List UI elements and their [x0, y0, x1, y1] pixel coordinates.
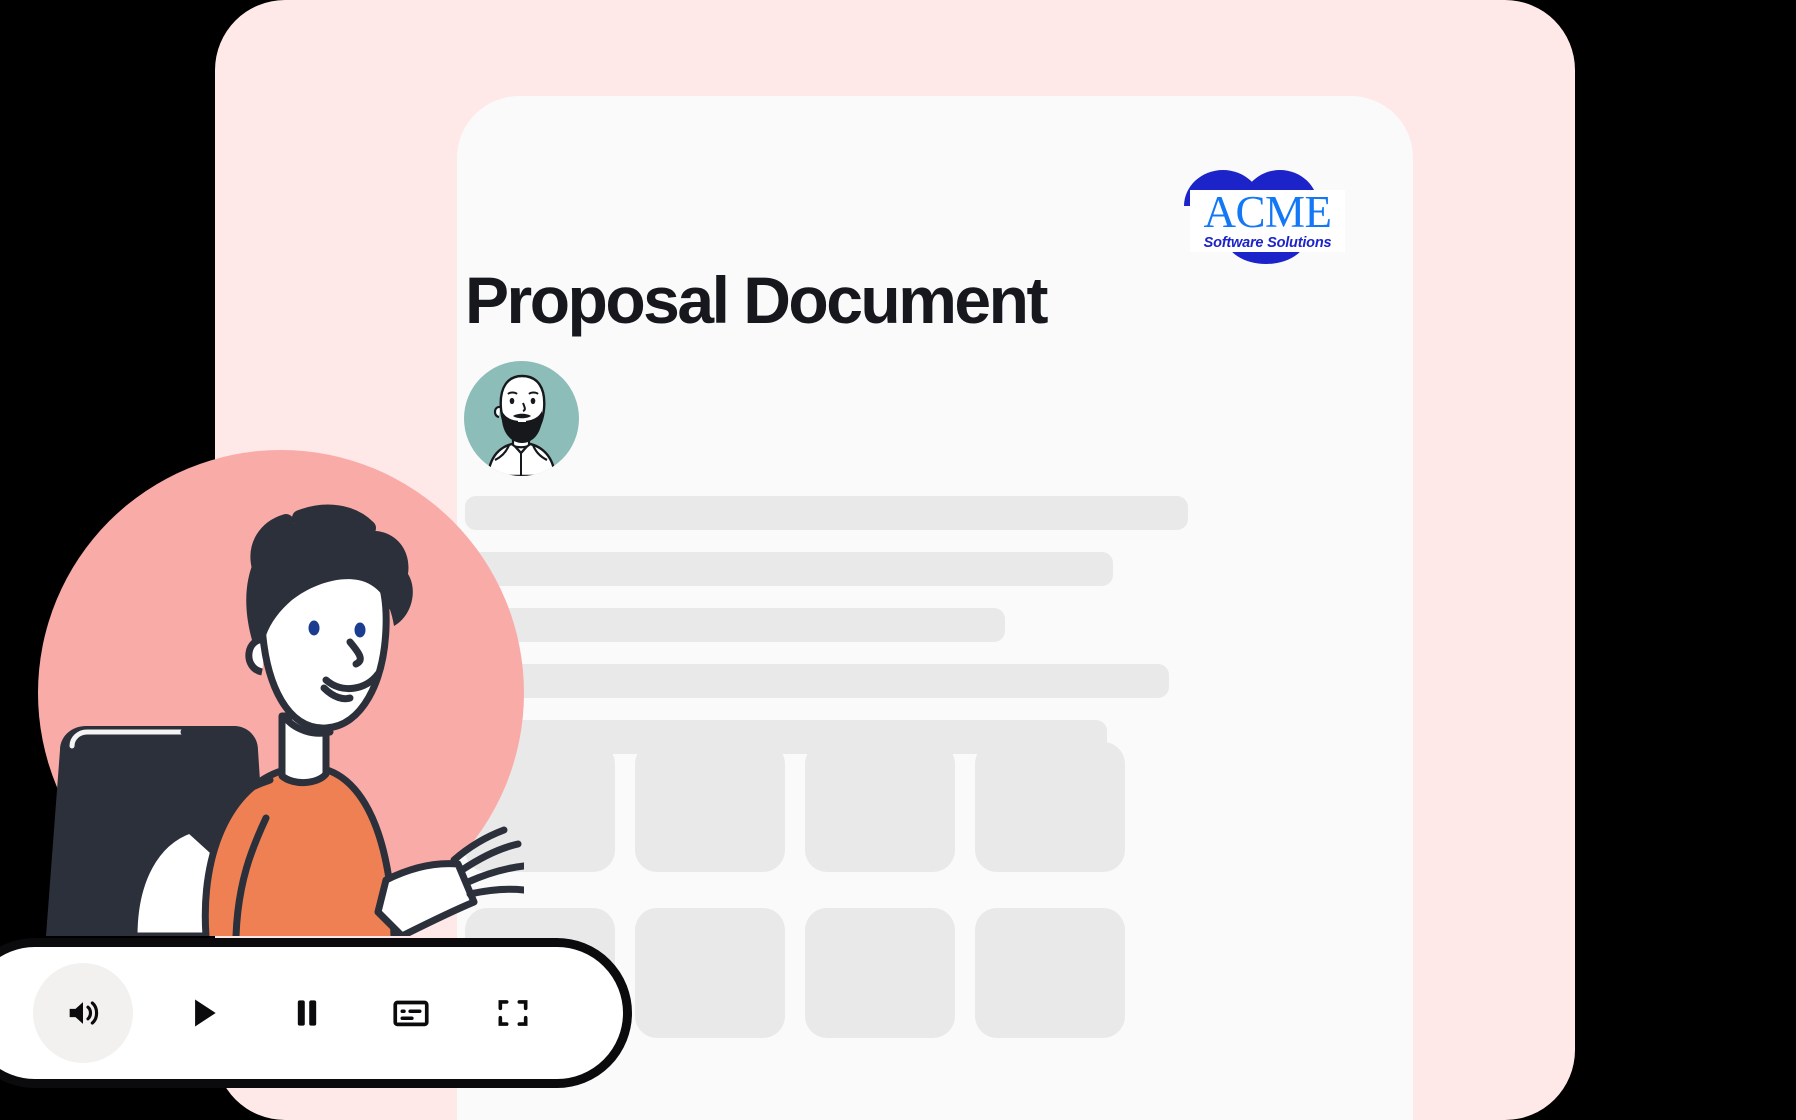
screenshot-root: ACME Software Solutions Proposal Documen… — [0, 0, 1796, 1120]
play-icon — [184, 994, 222, 1032]
acme-logo: ACME Software Solutions — [1184, 170, 1345, 264]
fullscreen-icon — [494, 994, 532, 1032]
captions-icon — [390, 992, 432, 1034]
skeleton-card — [635, 908, 785, 1038]
volume-icon — [63, 993, 103, 1033]
skeleton-card — [805, 742, 955, 872]
skeleton-card — [975, 742, 1125, 872]
skeleton-text-line — [465, 496, 1188, 530]
skeleton-text-line — [457, 552, 1113, 586]
page-title: Proposal Document — [465, 263, 1048, 337]
skeleton-text-line — [457, 608, 1005, 642]
skeleton-card — [805, 908, 955, 1038]
pause-button[interactable] — [271, 977, 343, 1049]
logo-plate: ACME Software Solutions — [1190, 186, 1345, 252]
logo-tagline: Software Solutions — [1203, 235, 1332, 252]
logo-wordmark: ACME — [1203, 186, 1332, 237]
media-player-bar[interactable] — [0, 938, 632, 1088]
volume-button[interactable] — [33, 963, 133, 1063]
captions-button[interactable] — [375, 977, 447, 1049]
fullscreen-button[interactable] — [477, 977, 549, 1049]
pause-icon — [288, 994, 326, 1032]
skeleton-card — [975, 908, 1125, 1038]
presenter-illustration — [38, 450, 524, 936]
play-button[interactable] — [167, 977, 239, 1049]
skeleton-text-line — [457, 664, 1169, 698]
skeleton-card — [635, 742, 785, 872]
